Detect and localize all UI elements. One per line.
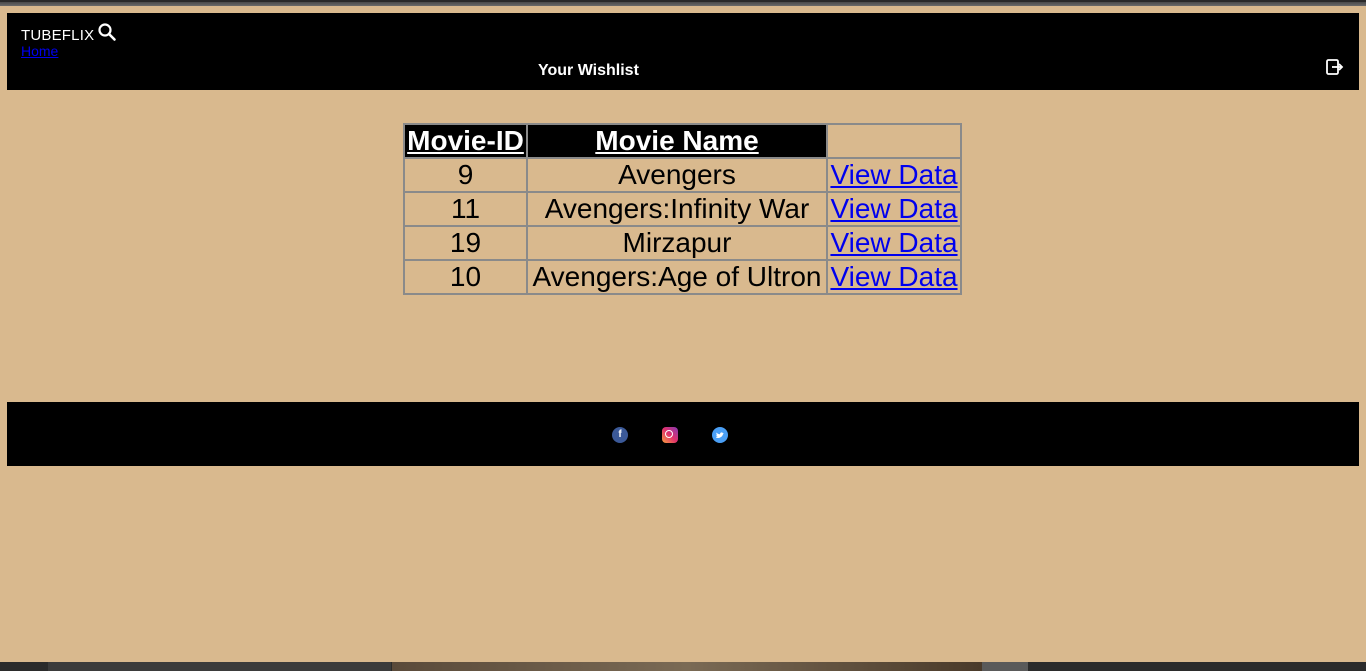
movie-name-cell: Avengers:Infinity War (527, 192, 827, 226)
movie-id-cell: 11 (404, 192, 527, 226)
movie-name-cell: Avengers:Age of Ultron (527, 260, 827, 294)
table-row: 10 Avengers:Age of Ultron View Data (404, 260, 961, 294)
action-cell: View Data (827, 158, 961, 192)
movie-id-cell: 9 (404, 158, 527, 192)
table-row: 9 Avengers View Data (404, 158, 961, 192)
movie-id-cell: 19 (404, 226, 527, 260)
site-header: TUBEFLIX Home Your Wishlist (7, 13, 1359, 90)
home-link[interactable]: Home (21, 43, 58, 59)
os-taskbar (0, 662, 1366, 671)
view-data-link[interactable]: View Data (830, 227, 957, 258)
header-movie-id: Movie-ID (404, 124, 527, 158)
taskbar-item[interactable] (982, 662, 1028, 671)
table-header-row: Movie-ID Movie Name (404, 124, 961, 158)
logout-icon[interactable] (1324, 57, 1346, 79)
facebook-icon[interactable]: f (612, 427, 628, 443)
movie-name-cell: Avengers (527, 158, 827, 192)
twitter-icon[interactable] (712, 427, 728, 443)
view-data-link[interactable]: View Data (830, 193, 957, 224)
header-movie-name: Movie Name (527, 124, 827, 158)
view-data-link[interactable]: View Data (830, 261, 957, 292)
table-row: 19 Mirzapur View Data (404, 226, 961, 260)
movie-id-cell: 10 (404, 260, 527, 294)
brand-logo[interactable]: TUBEFLIX (21, 27, 94, 44)
instagram-icon[interactable] (662, 427, 678, 443)
wishlist-table: Movie-ID Movie Name 9 Avengers View Data… (403, 123, 962, 295)
page-title: Your Wishlist (538, 62, 639, 79)
action-cell: View Data (827, 226, 961, 260)
movie-name-cell: Mirzapur (527, 226, 827, 260)
browser-top-strip (0, 0, 1366, 6)
search-icon[interactable] (97, 22, 117, 42)
taskbar-item[interactable] (48, 662, 391, 671)
view-data-link[interactable]: View Data (830, 159, 957, 190)
header-action (827, 124, 961, 158)
action-cell: View Data (827, 260, 961, 294)
taskbar-item[interactable] (392, 662, 982, 671)
action-cell: View Data (827, 192, 961, 226)
site-footer: f (7, 402, 1359, 466)
table-row: 11 Avengers:Infinity War View Data (404, 192, 961, 226)
